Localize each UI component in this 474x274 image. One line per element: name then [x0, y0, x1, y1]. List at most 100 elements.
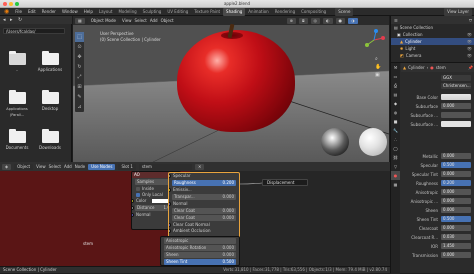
file-item-downloads[interactable]: Downloads — [37, 129, 63, 150]
file-item-applications[interactable]: Applications — [37, 51, 63, 72]
visibility-eye-icon[interactable]: 👁 — [467, 52, 472, 59]
navigation-gizmo[interactable] — [362, 28, 386, 52]
outliner-type-icon[interactable]: ☰ — [394, 18, 398, 23]
transform-global-icon[interactable]: ⊕ — [286, 17, 296, 24]
scale-tool-icon[interactable]: ⤢ — [75, 72, 84, 82]
menu-file[interactable]: File — [12, 8, 25, 16]
outliner-row-scene-collection[interactable]: ▤ Scene Collection — [391, 24, 474, 31]
cursor-tool-icon[interactable]: ⊙ — [75, 42, 84, 52]
file-item-desktop[interactable]: Desktop — [37, 90, 63, 111]
snap-icon[interactable]: ⧈ — [298, 17, 308, 24]
menu-help[interactable]: Help — [81, 8, 96, 16]
subsurface-color-swatch[interactable] — [441, 121, 471, 127]
workspace-tab-animation[interactable]: Animation — [245, 8, 271, 16]
back-arrow-icon[interactable]: ◂ — [3, 17, 6, 23]
ior-field[interactable]: 1.450 — [441, 243, 471, 249]
outliner-row-cylinder[interactable]: ▲ Cylinder 👁 — [391, 38, 474, 45]
measure-tool-icon[interactable]: ⊿ — [75, 102, 84, 112]
viewport-menu-add[interactable]: Add — [150, 18, 158, 23]
subsurface-radius-field[interactable] — [441, 112, 471, 118]
refresh-icon[interactable]: ↻ — [18, 17, 22, 23]
camera-view-icon[interactable]: ▣ — [375, 72, 380, 78]
clearcoat-field[interactable]: 0.000 — [441, 225, 471, 231]
viewport-menu-select[interactable]: Select — [134, 18, 146, 23]
proportional-edit-icon[interactable]: ◎ — [310, 17, 321, 24]
constraints-tab-icon[interactable]: ⛓ — [391, 153, 400, 162]
base-color-swatch[interactable] — [441, 94, 471, 100]
annotate-tool-icon[interactable]: ✎ — [75, 92, 84, 102]
metallic-field[interactable]: 0.000 — [441, 153, 471, 159]
output-tab-icon[interactable]: ⎙ — [391, 81, 400, 90]
workspace-tab-uv-editing[interactable]: UV Editing — [164, 8, 191, 16]
zoom-view-icon[interactable]: ⌕ — [375, 56, 378, 62]
workspace-tab-rendering[interactable]: Rendering — [272, 8, 298, 16]
subsurface-method-dropdown[interactable]: Christensen... — [441, 83, 471, 89]
particles-tab-icon[interactable]: ∴ — [391, 135, 400, 144]
sheen-field[interactable]: 0.000 — [441, 207, 471, 213]
object-mode-dropdown[interactable]: Object Mode — [87, 17, 119, 24]
clearcoat-roughness-field[interactable]: 0.030 — [441, 234, 471, 240]
editor-type-icon[interactable]: ▦ — [75, 17, 85, 24]
3d-viewport[interactable]: ▦ Object Mode View Select Add Object ⊕ ⧈… — [73, 16, 389, 162]
anisotropic-field[interactable]: 0.000 — [441, 189, 471, 195]
move-tool-icon[interactable]: ✥ — [75, 52, 84, 62]
file-item-documents[interactable]: Documents — [4, 129, 30, 150]
filter-icon[interactable]: ⛉ — [469, 18, 472, 23]
blender-logo-icon[interactable]: ◉ — [0, 8, 12, 16]
distribution-row: GGX — [401, 74, 474, 82]
viewport-menu-object[interactable]: Object — [161, 18, 174, 23]
workspace-tab-sculpting[interactable]: Sculpting — [140, 8, 165, 16]
outliner-row-collection[interactable]: ▣ Collection 👁 — [391, 31, 474, 38]
viewport-menu-view[interactable]: View — [122, 18, 132, 23]
visibility-eye-icon[interactable]: 👁 — [467, 38, 472, 45]
transmission-field[interactable]: 0.000 — [441, 252, 471, 258]
tool-tab-icon[interactable]: ⚒ — [391, 63, 400, 72]
pan-view-icon[interactable]: ✋ — [375, 64, 381, 70]
forward-arrow-icon[interactable]: ▸ — [10, 17, 13, 23]
workspace-tab-texture-paint[interactable]: Texture Paint — [191, 8, 223, 16]
menu-render[interactable]: Render — [39, 8, 59, 16]
specular-tint-field[interactable]: 0.000 — [441, 171, 471, 177]
workspace-tab-modeling[interactable]: Modeling — [115, 8, 139, 16]
roughness-field[interactable]: 0.200 — [441, 180, 471, 186]
outliner-row-light[interactable]: ✺ Light 👁 — [391, 45, 474, 52]
workspace-tab-layout[interactable]: Layout — [96, 8, 116, 16]
transform-tool-icon[interactable]: ⊞ — [75, 82, 84, 92]
scene-tab-icon[interactable]: ◆ — [391, 99, 400, 108]
modifier-tab-icon[interactable]: 🔧 — [391, 126, 400, 135]
visibility-eye-icon[interactable]: 👁 — [467, 45, 472, 52]
file-item-applications-parallels[interactable]: Applications (Parall... — [4, 90, 30, 118]
view-layer-selector[interactable]: View Layer — [444, 7, 472, 16]
file-item-parent[interactable]: .. — [4, 51, 30, 72]
apple-model[interactable] — [177, 30, 295, 132]
object-tab-icon[interactable]: ■ — [391, 117, 400, 126]
pin-icon[interactable]: 📌 — [468, 65, 473, 70]
workspace-tab-shading[interactable]: Shading — [223, 7, 246, 16]
shader-node-editor[interactable]: ◈ Object View Select Add Node Use Nodes … — [0, 162, 390, 266]
shading-lookdev-icon[interactable]: ◑ — [348, 17, 358, 24]
material-tab-icon[interactable]: ● — [391, 171, 400, 180]
scene-selector[interactable]: Scene — [335, 7, 354, 16]
sheen-tint-field[interactable]: 0.500 — [441, 216, 471, 222]
texture-tab-icon[interactable]: ▦ — [391, 180, 400, 189]
rotate-tool-icon[interactable]: ↻ — [75, 62, 84, 72]
view-layer-tab-icon[interactable]: ▤ — [391, 90, 400, 99]
outliner-row-label: Camera — [405, 53, 422, 58]
subsurface-field[interactable]: 0.000 — [441, 103, 471, 109]
visibility-eye-icon[interactable]: 👁 — [467, 31, 472, 38]
directory-path-field[interactable]: /Users/fcaldas/ — [3, 28, 65, 34]
overlays-icon[interactable]: ◐ — [323, 17, 333, 24]
shading-solid-icon[interactable]: ● — [335, 17, 346, 24]
outliner-row-camera[interactable]: ◩ Camera 👁 — [391, 52, 474, 59]
workspace-tab-compositing[interactable]: Compositing — [298, 8, 329, 16]
render-tab-icon[interactable]: ▭ — [391, 72, 400, 81]
menu-window[interactable]: Window — [59, 8, 81, 16]
world-tab-icon[interactable]: ◍ — [391, 108, 400, 117]
menu-edit[interactable]: Edit — [25, 8, 39, 16]
specular-field[interactable]: 0.500 — [441, 162, 471, 168]
physics-tab-icon[interactable]: ◯ — [391, 144, 400, 153]
data-tab-icon[interactable]: ▽ — [391, 162, 400, 171]
anisotropic-rotation-field[interactable]: 0.000 — [441, 198, 471, 204]
distribution-dropdown[interactable]: GGX — [441, 75, 471, 81]
select-box-tool-icon[interactable]: ⬚ — [75, 32, 84, 42]
